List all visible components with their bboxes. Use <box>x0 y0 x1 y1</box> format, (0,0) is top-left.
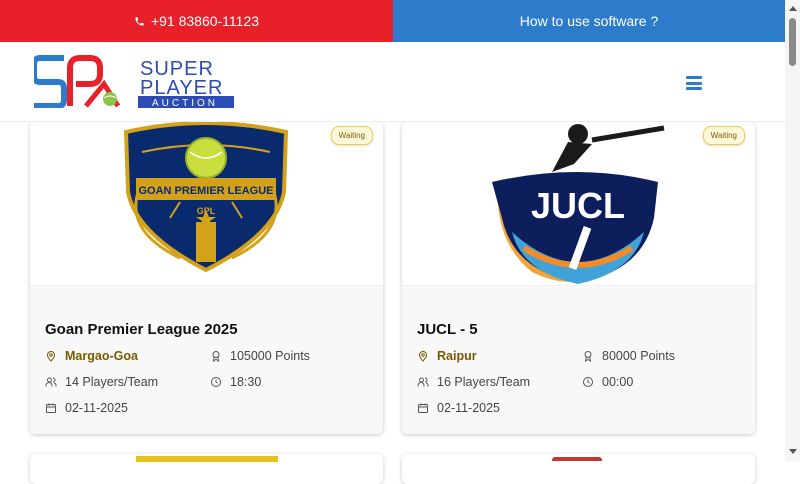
gpl-logo-image: GOAN PREMIER LEAGUE GPL <box>123 122 289 273</box>
logo-text-player: PLAYER <box>140 77 223 99</box>
location-item: Raipur <box>417 348 582 364</box>
time-item: 00:00 <box>582 374 740 390</box>
tournament-card[interactable]: JUCL Waiting JUCL - 5 Raipur 80000 Point… <box>402 122 755 434</box>
points-item: 105000 Points <box>210 348 368 364</box>
players-text: 14 Players/Team <box>65 375 159 389</box>
location-text: Margao-Goa <box>65 349 138 363</box>
clock-icon <box>583 377 593 387</box>
tournament-card-partial[interactable] <box>402 454 755 484</box>
calendar-icon <box>46 403 56 413</box>
location-pin-icon <box>418 351 428 362</box>
card-body: Goan Premier League 2025 Margao-Goa 1050… <box>30 286 383 434</box>
date-text: 02-11-2025 <box>437 401 501 415</box>
tournament-logo-area: JUCL Waiting <box>402 122 755 286</box>
top-bar: +91 83860-11123 How to use software ? <box>0 0 785 42</box>
points-text: 80000 Points <box>602 349 675 363</box>
super-player-auction-logo[interactable]: SUPER PLAYER AUCTION <box>31 54 234 109</box>
logo-text-auction: AUCTION <box>152 98 218 108</box>
tournament-info: Raipur 80000 Points 16 Players/Team 00:0… <box>417 348 740 416</box>
points-text: 105000 Points <box>230 349 310 363</box>
time-text: 18:30 <box>230 375 262 389</box>
tournament-title[interactable]: Goan Premier League 2025 <box>45 286 368 348</box>
points-item: 80000 Points <box>582 348 740 364</box>
scrollbar-thumb[interactable] <box>789 18 796 66</box>
status-badge: Waiting <box>330 126 373 145</box>
phone-icon <box>135 16 144 26</box>
status-badge: Waiting <box>702 126 745 145</box>
tournament-logo-area: GOAN PREMIER LEAGUE GPL Waiting <box>30 122 383 286</box>
logo-league-name: GOAN PREMIER LEAGUE <box>138 185 273 197</box>
menu-hamburger-icon[interactable] <box>686 76 702 90</box>
scroll-up-icon[interactable] <box>789 6 797 11</box>
award-icon <box>212 351 220 362</box>
how-to-use-link[interactable]: How to use software ? <box>393 0 785 42</box>
site-header: SUPER PLAYER AUCTION <box>0 42 785 122</box>
scroll-down-icon[interactable] <box>789 449 797 454</box>
players-item: 14 Players/Team <box>45 374 210 390</box>
date-item: 02-11-2025 <box>45 400 210 416</box>
jucl-logo-image: JUCL <box>492 124 665 284</box>
time-item: 18:30 <box>210 374 368 390</box>
tournament-info: Margao-Goa 105000 Points 14 Players/Team… <box>45 348 368 416</box>
page-scrollbar[interactable] <box>785 0 800 461</box>
users-icon <box>45 377 57 387</box>
time-text: 00:00 <box>602 375 634 389</box>
tournament-title[interactable]: JUCL - 5 <box>417 286 740 348</box>
clock-icon <box>211 377 221 387</box>
location-text: Raipur <box>437 349 477 363</box>
location-pin-icon <box>46 351 56 362</box>
date-text: 02-11-2025 <box>65 401 129 415</box>
date-item: 02-11-2025 <box>417 400 582 416</box>
how-to-use-label: How to use software ? <box>519 13 659 29</box>
tournament-card-partial[interactable] <box>30 454 383 484</box>
tournament-card[interactable]: GOAN PREMIER LEAGUE GPL Waiting Goan Pre… <box>30 122 383 434</box>
players-text: 16 Players/Team <box>437 375 531 389</box>
calendar-icon <box>418 403 428 413</box>
partial-logo-image <box>136 456 278 462</box>
players-item: 16 Players/Team <box>417 374 582 390</box>
location-item: Margao-Goa <box>45 348 210 364</box>
phone-number: +91 83860-11123 <box>150 13 260 29</box>
phone-link[interactable]: +91 83860-11123 <box>0 0 393 42</box>
award-icon <box>584 351 592 362</box>
card-body: JUCL - 5 Raipur 80000 Points 16 Players/… <box>402 286 755 434</box>
logo-league-name: JUCL <box>531 185 625 226</box>
users-icon <box>417 377 429 387</box>
partial-logo-image <box>552 457 602 461</box>
